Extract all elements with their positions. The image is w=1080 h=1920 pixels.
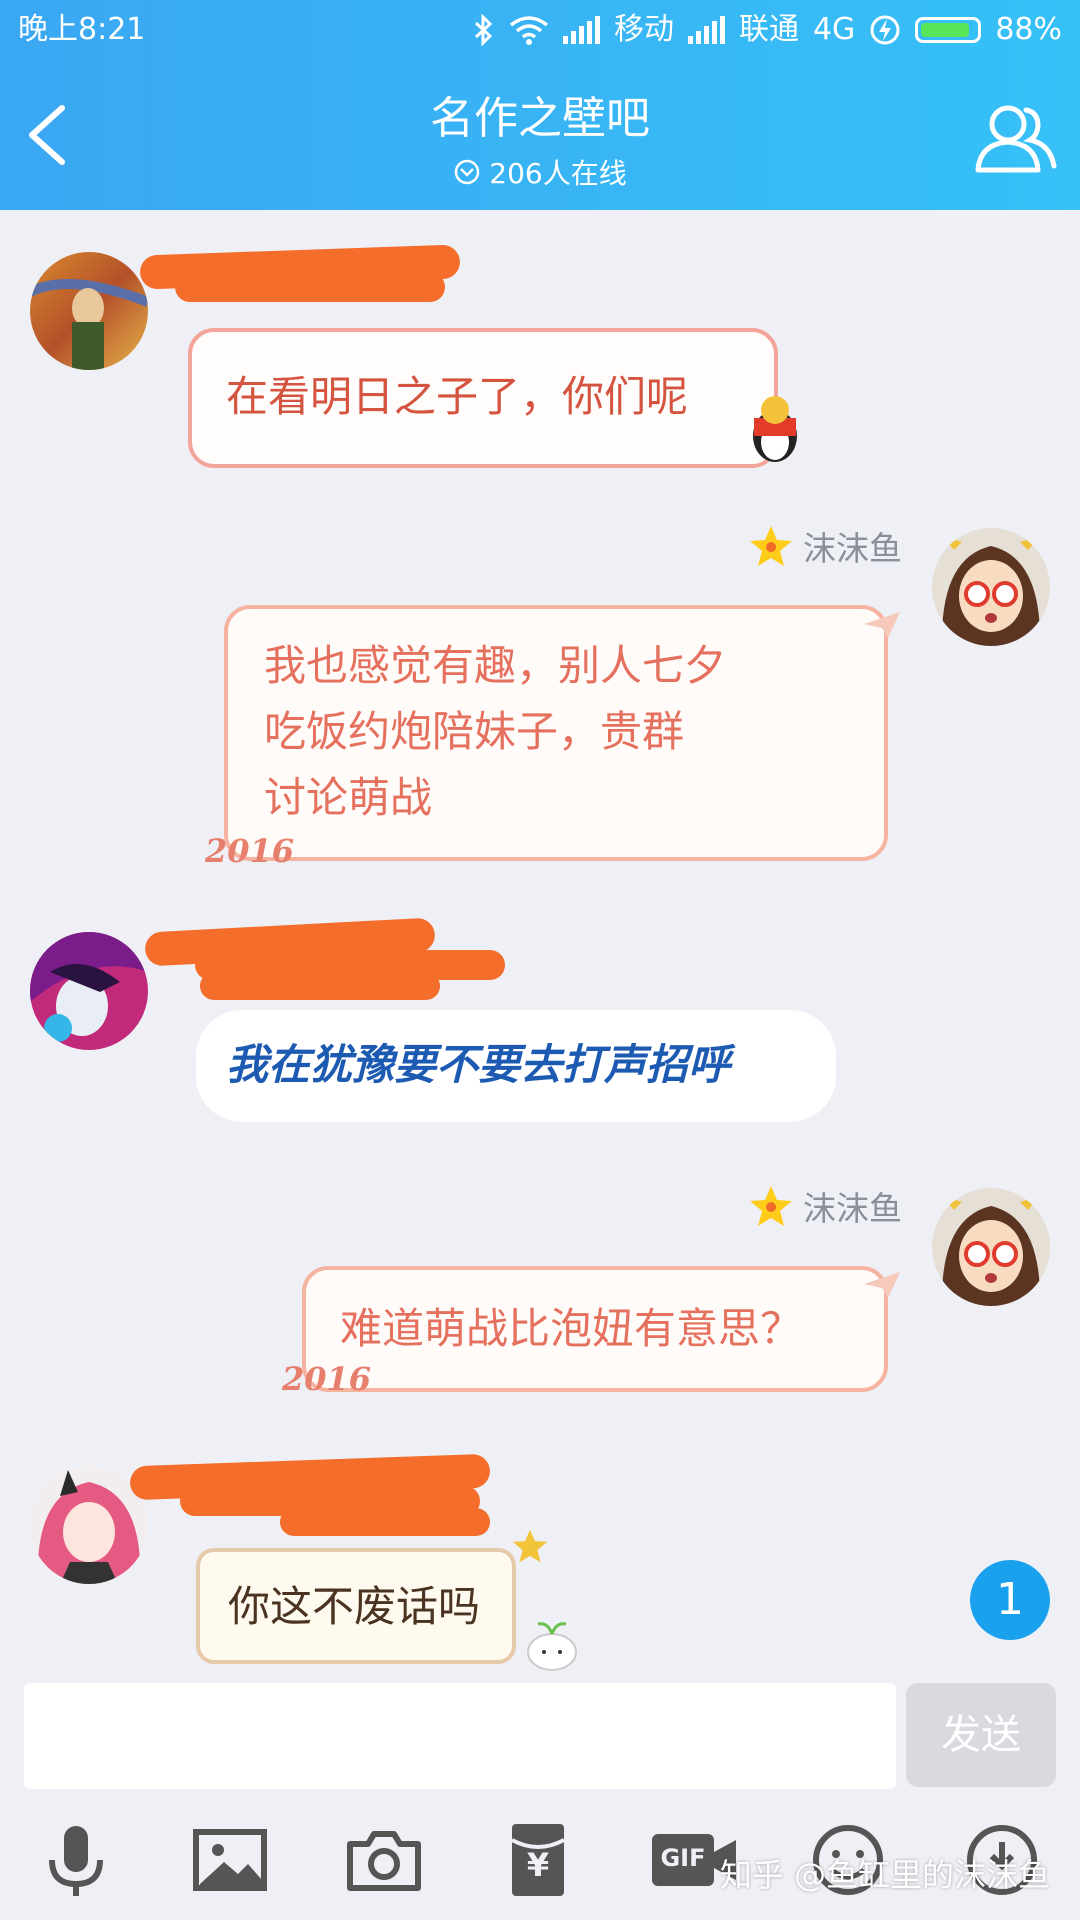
status-time: 晚上8:21 <box>18 12 146 47</box>
send-button[interactable]: 发送 <box>906 1683 1056 1787</box>
avatar[interactable] <box>30 252 148 370</box>
image-icon[interactable] <box>190 1820 270 1900</box>
sender-name-label: 沫沫鱼 <box>803 1189 902 1228</box>
year-stamp: 2016 <box>282 1360 372 1398</box>
message-line: 吃饭约炮陪妹子，贵群 <box>264 707 685 756</box>
message-line: 我也感觉有趣，别人七夕 <box>264 641 727 690</box>
gif-label: GIF <box>660 1844 706 1872</box>
yuan-symbol: ¥ <box>526 1846 550 1884</box>
watermark: 知乎 @鱼缸里的沫沫鱼 <box>719 1856 1050 1894</box>
redacted-nickname <box>200 972 440 1000</box>
status-icons: 移动 联通 4G 88% <box>473 0 1062 60</box>
paper-plane-icon <box>864 1272 900 1298</box>
battery-icon <box>915 17 982 43</box>
bluetooth-icon <box>474 14 493 46</box>
nav-bar: 名作之壁吧 206人在线 <box>0 60 1080 210</box>
sprout-sticker-icon <box>527 1622 577 1671</box>
page-title: 名作之壁吧 <box>430 93 650 144</box>
paper-plane-icon <box>864 612 900 638</box>
battery-percent: 88% <box>995 12 1062 47</box>
redacted-nickname <box>175 272 445 302</box>
avatar[interactable] <box>932 528 1050 646</box>
message-bubble[interactable]: 我也感觉有趣，别人七夕 吃饭约炮陪妹子，贵群 讨论萌战 <box>224 605 888 861</box>
sender-name: 沫沫鱼 <box>749 1182 902 1230</box>
avatar[interactable] <box>932 1188 1050 1306</box>
message-text: 你这不废话吗 <box>228 1582 481 1631</box>
message-input[interactable] <box>24 1683 896 1789</box>
red-packet-icon[interactable]: ¥ <box>498 1820 578 1900</box>
camera-icon[interactable] <box>344 1820 424 1900</box>
input-bar: 发送 <box>0 1680 1080 1790</box>
signal-icon <box>687 16 725 44</box>
star-badge-icon <box>750 1186 792 1226</box>
status-bar: 晚上8:21 移动 联通 4G 88% <box>0 0 1080 60</box>
chevron-down-circle-icon <box>455 159 480 185</box>
message-bubble[interactable]: 我在犹豫要不要去打声招呼 <box>196 1010 836 1122</box>
avatar[interactable] <box>30 932 148 1050</box>
group-members-icon[interactable] <box>974 98 1058 178</box>
message-bubble[interactable]: 在看明日之子了，你们呢 <box>188 328 778 468</box>
carrier1-label: 移动 <box>613 12 674 47</box>
online-count-label: 206人在线 <box>489 157 627 190</box>
message-text: 我在犹豫要不要去打声招呼 <box>226 1040 731 1089</box>
signal-icon <box>562 16 600 44</box>
message-line: 讨论萌战 <box>264 773 433 822</box>
chat-area[interactable]: 在看明日之子了，你们呢 沫沫鱼 我也感觉有趣，别人七夕 吃饭约炮陪妹子，贵群 讨… <box>0 210 1080 1680</box>
sender-name-label: 沫沫鱼 <box>803 529 902 568</box>
sender-name: 沫沫鱼 <box>749 522 902 570</box>
online-count[interactable]: 206人在线 <box>0 152 1080 192</box>
wifi-icon <box>509 16 549 45</box>
battery-level <box>921 23 970 37</box>
message-text: 难道萌战比泡妞有意思？ <box>340 1304 803 1353</box>
microphone-icon[interactable] <box>36 1820 116 1900</box>
network-type: 4G <box>812 12 856 47</box>
star-badge-icon <box>750 526 792 566</box>
penguin-sticker-icon <box>753 396 797 462</box>
message-text: 在看明日之子了，你们呢 <box>226 372 689 421</box>
charging-icon <box>870 15 900 45</box>
message-bubble[interactable]: 你这不废话吗 <box>196 1548 516 1664</box>
message-bubble[interactable]: 难道萌战比泡妞有意思？ <box>302 1266 888 1392</box>
carrier2-label: 联通 <box>738 12 799 47</box>
star-sticker-icon <box>512 1529 548 1563</box>
redacted-nickname <box>280 1508 490 1536</box>
year-stamp: 2016 <box>205 832 295 870</box>
unread-badge[interactable]: 1 <box>970 1560 1050 1640</box>
